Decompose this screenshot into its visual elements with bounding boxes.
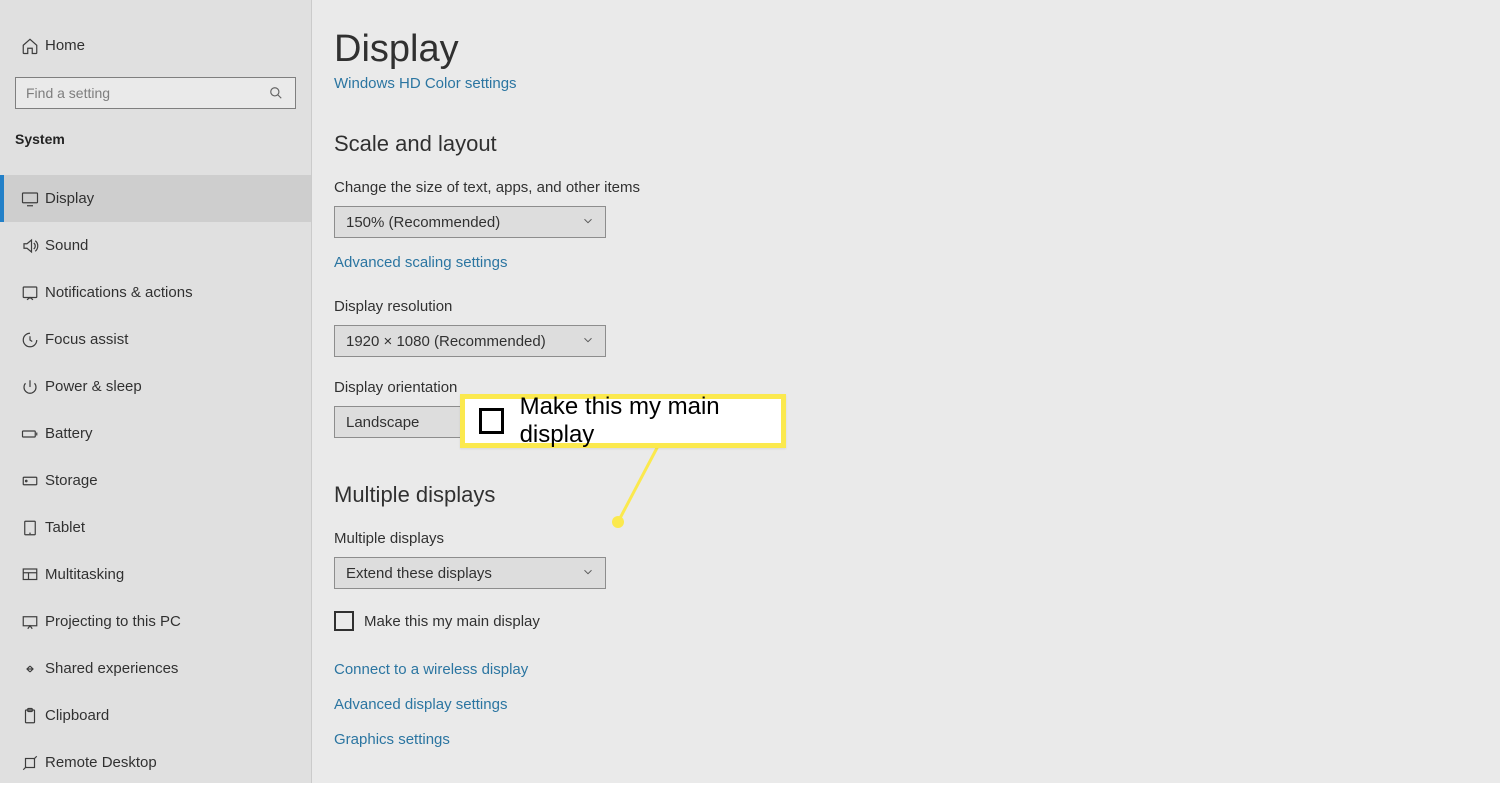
search-wrap — [0, 69, 311, 121]
remote-desktop-icon — [15, 754, 45, 772]
checkbox-box-icon — [334, 611, 354, 631]
sidebar-item-label: Notifications & actions — [45, 284, 193, 301]
sidebar-item-label: Focus assist — [45, 331, 128, 348]
notifications-icon — [15, 284, 45, 302]
power-icon — [15, 378, 45, 396]
label-multiple-displays: Multiple displays — [334, 530, 1500, 547]
link-hd-color[interactable]: Windows HD Color settings — [334, 75, 517, 92]
callout-main-display: Make this my main display — [460, 394, 786, 448]
page-title: Display — [334, 0, 1500, 71]
focus-assist-icon — [15, 331, 45, 349]
projecting-icon — [15, 613, 45, 631]
home-icon — [15, 37, 45, 55]
sound-icon — [15, 237, 45, 255]
sidebar-item-notifications[interactable]: Notifications & actions — [0, 269, 311, 316]
sidebar-item-shared-experiences[interactable]: Shared experiences — [0, 645, 311, 692]
shared-experiences-icon — [15, 660, 45, 678]
main: Display Windows HD Color settings Scale … — [312, 0, 1500, 783]
sidebar-item-focus-assist[interactable]: Focus assist — [0, 316, 311, 363]
sidebar-item-label: Tablet — [45, 519, 85, 536]
sidebar-item-projecting[interactable]: Projecting to this PC — [0, 598, 311, 645]
link-wireless-display[interactable]: Connect to a wireless display — [334, 661, 1500, 678]
multitasking-icon — [15, 566, 45, 584]
clipboard-icon — [15, 707, 45, 725]
sidebar-item-label: Projecting to this PC — [45, 613, 181, 630]
sidebar-item-power-sleep[interactable]: Power & sleep — [0, 363, 311, 410]
section-multiple-displays: Multiple displays — [334, 482, 1500, 508]
combo-multiple-displays[interactable]: Extend these displays — [334, 557, 606, 589]
sidebar-item-label: Storage — [45, 472, 98, 489]
sidebar-item-sound[interactable]: Sound — [0, 222, 311, 269]
combo-scale-value: 150% (Recommended) — [346, 214, 500, 231]
battery-icon — [15, 425, 45, 443]
checkbox-main-display[interactable]: Make this my main display — [334, 611, 1500, 631]
callout-text: Make this my main display — [520, 393, 781, 449]
sidebar-item-label: Display — [45, 190, 94, 207]
chevron-down-icon — [581, 565, 595, 579]
combo-multiple-displays-value: Extend these displays — [346, 565, 492, 582]
sidebar-item-label: Power & sleep — [45, 378, 142, 395]
sidebar-item-storage[interactable]: Storage — [0, 457, 311, 504]
combo-scale[interactable]: 150% (Recommended) — [334, 206, 606, 238]
chevron-down-icon — [581, 214, 595, 228]
link-advanced-scaling[interactable]: Advanced scaling settings — [334, 254, 507, 271]
display-icon — [15, 190, 45, 208]
search-input[interactable] — [15, 77, 296, 109]
section-scale-layout: Scale and layout — [334, 131, 1500, 157]
combo-resolution[interactable]: 1920 × 1080 (Recommended) — [334, 325, 606, 357]
combo-orientation-value: Landscape — [346, 414, 419, 431]
sidebar: Home System Display Sound Notifications … — [0, 0, 312, 783]
callout-checkbox-icon — [479, 408, 504, 434]
label-resolution: Display resolution — [334, 298, 1500, 315]
checkbox-main-display-label: Make this my main display — [364, 613, 540, 630]
sidebar-item-multitasking[interactable]: Multitasking — [0, 551, 311, 598]
tablet-icon — [15, 519, 45, 537]
sidebar-item-remote-desktop[interactable]: Remote Desktop — [0, 739, 311, 786]
sidebar-group-head: System — [0, 121, 311, 157]
link-graphics-settings[interactable]: Graphics settings — [334, 731, 1500, 748]
sidebar-home[interactable]: Home — [0, 22, 311, 69]
label-scale: Change the size of text, apps, and other… — [334, 179, 1500, 196]
search-icon — [269, 86, 295, 100]
link-advanced-display[interactable]: Advanced display settings — [334, 696, 1500, 713]
sidebar-item-battery[interactable]: Battery — [0, 410, 311, 457]
sidebar-item-label: Clipboard — [45, 707, 109, 724]
sidebar-item-display[interactable]: Display — [0, 175, 311, 222]
callout-leader-dot — [612, 516, 624, 528]
sidebar-home-label: Home — [45, 37, 85, 54]
sidebar-item-label: Multitasking — [45, 566, 124, 583]
sidebar-item-clipboard[interactable]: Clipboard — [0, 692, 311, 739]
storage-icon — [15, 472, 45, 490]
sidebar-item-label: Shared experiences — [45, 660, 178, 677]
sidebar-item-tablet[interactable]: Tablet — [0, 504, 311, 551]
sidebar-item-label: Remote Desktop — [45, 754, 157, 771]
search-field[interactable] — [16, 85, 269, 101]
sidebar-item-label: Battery — [45, 425, 93, 442]
chevron-down-icon — [581, 333, 595, 347]
combo-resolution-value: 1920 × 1080 (Recommended) — [346, 333, 546, 350]
sidebar-item-label: Sound — [45, 237, 88, 254]
